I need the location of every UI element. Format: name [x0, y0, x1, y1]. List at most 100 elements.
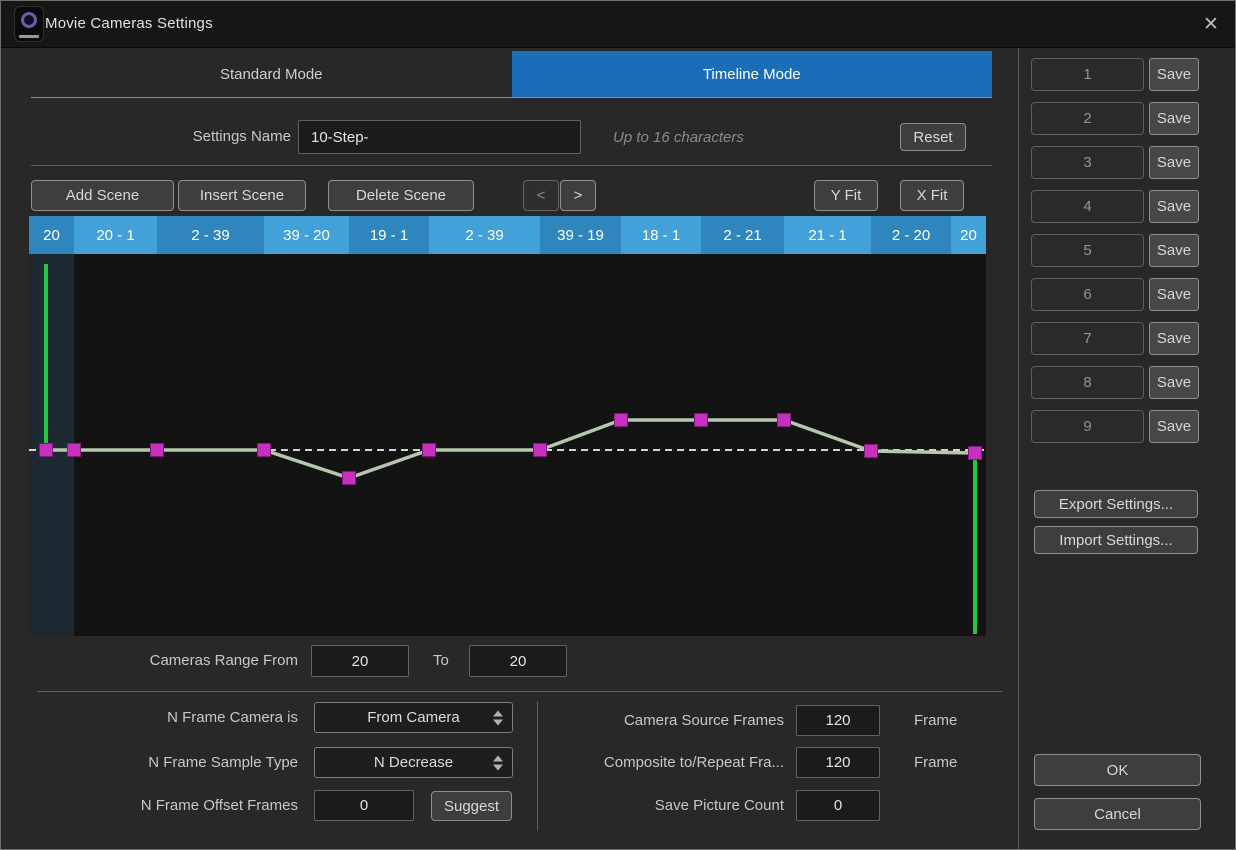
save-picture-count-input[interactable]: [796, 790, 880, 821]
composite-frames-label: Composite to/Repeat Fra...: [541, 754, 784, 771]
y-fit-button[interactable]: Y Fit: [814, 180, 878, 211]
preset-slot-button[interactable]: 8: [1031, 366, 1144, 399]
next-scene-button[interactable]: >: [560, 180, 596, 211]
keyframe-point[interactable]: [778, 414, 791, 427]
keyframe-point[interactable]: [615, 414, 628, 427]
camera-lens-icon: [21, 12, 37, 28]
timeline-segment[interactable]: 39 - 20: [264, 216, 349, 254]
spinner-icon[interactable]: [493, 710, 503, 725]
n-frame-camera-label: N Frame Camera is: [81, 709, 298, 726]
preset-save-button[interactable]: Save: [1149, 234, 1199, 267]
settings-name-input[interactable]: [298, 120, 581, 154]
keyframe-point[interactable]: [68, 444, 81, 457]
preset-slot-row: 6Save: [1031, 278, 1201, 311]
preset-save-button[interactable]: Save: [1149, 410, 1199, 443]
cancel-button[interactable]: Cancel: [1034, 798, 1201, 830]
timeline-segment[interactable]: 20: [29, 216, 74, 254]
n-frame-offset-input[interactable]: [314, 790, 414, 821]
export-settings-button[interactable]: Export Settings...: [1034, 490, 1198, 518]
sidebar-divider: [1018, 48, 1019, 850]
preset-slot-row: 9Save: [1031, 410, 1201, 443]
preset-slots: 1Save2Save3Save4Save5Save6Save7Save8Save…: [1031, 58, 1201, 454]
insert-scene-button[interactable]: Insert Scene: [178, 180, 306, 211]
preset-slot-row: 4Save: [1031, 190, 1201, 223]
timeline-editor[interactable]: 2020 - 12 - 3939 - 2019 - 12 - 3939 - 19…: [29, 216, 986, 636]
cameras-range-label: Cameras Range From: [101, 652, 298, 669]
divider: [31, 165, 992, 166]
x-fit-button[interactable]: X Fit: [900, 180, 964, 211]
selected-value: N Decrease: [374, 754, 453, 771]
preset-slot-button[interactable]: 9: [1031, 410, 1144, 443]
keyframe-point[interactable]: [969, 447, 982, 460]
preset-slot-button[interactable]: 1: [1031, 58, 1144, 91]
preset-slot-button[interactable]: 2: [1031, 102, 1144, 135]
timeline-segment[interactable]: 2 - 39: [157, 216, 264, 254]
n-frame-sample-select[interactable]: N Decrease: [314, 747, 513, 778]
preset-slot-button[interactable]: 3: [1031, 146, 1144, 179]
preset-slot-row: 7Save: [1031, 322, 1201, 355]
preset-save-button[interactable]: Save: [1149, 190, 1199, 223]
keyframe-point[interactable]: [343, 472, 356, 485]
tab-timeline-mode[interactable]: Timeline Mode: [512, 51, 993, 97]
ok-button[interactable]: OK: [1034, 754, 1201, 786]
timeline-segment[interactable]: 20 - 1: [74, 216, 157, 254]
composite-frames-input[interactable]: [796, 747, 880, 778]
camera-curve-canvas[interactable]: [29, 254, 986, 636]
frame-unit-label: Frame: [914, 754, 957, 771]
preset-slot-button[interactable]: 7: [1031, 322, 1144, 355]
preset-slot-button[interactable]: 6: [1031, 278, 1144, 311]
spinner-icon[interactable]: [493, 755, 503, 770]
tab-standard-mode[interactable]: Standard Mode: [31, 51, 512, 97]
keyframe-point[interactable]: [151, 444, 164, 457]
timeline-segment[interactable]: 2 - 39: [429, 216, 540, 254]
preset-slot-row: 8Save: [1031, 366, 1201, 399]
keyframe-point[interactable]: [258, 444, 271, 457]
movie-cameras-settings-dialog: Movie Cameras Settings ✕ Standard Mode T…: [0, 0, 1236, 850]
n-frame-sample-label: N Frame Sample Type: [81, 754, 298, 771]
range-from-input[interactable]: [311, 645, 409, 677]
selected-value: From Camera: [367, 709, 460, 726]
preset-save-button[interactable]: Save: [1149, 322, 1199, 355]
timeline-segment[interactable]: 39 - 19: [540, 216, 621, 254]
camera-source-frames-input[interactable]: [796, 705, 880, 736]
reset-button[interactable]: Reset: [900, 123, 966, 151]
preset-save-button[interactable]: Save: [1149, 58, 1199, 91]
app-icon-caption: [19, 35, 39, 38]
timeline-segment[interactable]: 19 - 1: [349, 216, 429, 254]
timeline-graph[interactable]: [29, 254, 986, 636]
keyframe-point[interactable]: [423, 444, 436, 457]
close-icon[interactable]: ✕: [1199, 13, 1223, 37]
preset-save-button[interactable]: Save: [1149, 366, 1199, 399]
keyframe-point[interactable]: [695, 414, 708, 427]
window-title: Movie Cameras Settings: [45, 1, 213, 47]
keyframe-point[interactable]: [40, 444, 53, 457]
preset-slot-button[interactable]: 4: [1031, 190, 1144, 223]
import-settings-button[interactable]: Import Settings...: [1034, 526, 1198, 554]
range-to-input[interactable]: [469, 645, 567, 677]
settings-name-hint: Up to 16 characters: [613, 129, 744, 146]
n-frame-camera-select[interactable]: From Camera: [314, 702, 513, 733]
timeline-segment[interactable]: 18 - 1: [621, 216, 701, 254]
range-to-label: To: [433, 652, 449, 669]
delete-scene-button[interactable]: Delete Scene: [328, 180, 474, 211]
divider: [537, 701, 538, 831]
preset-slot-button[interactable]: 5: [1031, 234, 1144, 267]
frame-unit-label: Frame: [914, 712, 957, 729]
camera-source-frames-label: Camera Source Frames: [541, 712, 784, 729]
keyframe-point[interactable]: [534, 444, 547, 457]
timeline-segment[interactable]: 2 - 21: [701, 216, 784, 254]
preset-save-button[interactable]: Save: [1149, 146, 1199, 179]
preset-slot-row: 5Save: [1031, 234, 1201, 267]
prev-scene-button[interactable]: <: [523, 180, 559, 211]
timeline-segment[interactable]: 20: [951, 216, 986, 254]
suggest-button[interactable]: Suggest: [431, 791, 512, 821]
preset-slot-row: 2Save: [1031, 102, 1201, 135]
timeline-segment[interactable]: 2 - 20: [871, 216, 951, 254]
preset-save-button[interactable]: Save: [1149, 278, 1199, 311]
save-picture-count-label: Save Picture Count: [541, 797, 784, 814]
mode-tabs: Standard Mode Timeline Mode: [31, 51, 992, 98]
add-scene-button[interactable]: Add Scene: [31, 180, 174, 211]
preset-save-button[interactable]: Save: [1149, 102, 1199, 135]
keyframe-point[interactable]: [865, 445, 878, 458]
timeline-segment[interactable]: 21 - 1: [784, 216, 871, 254]
